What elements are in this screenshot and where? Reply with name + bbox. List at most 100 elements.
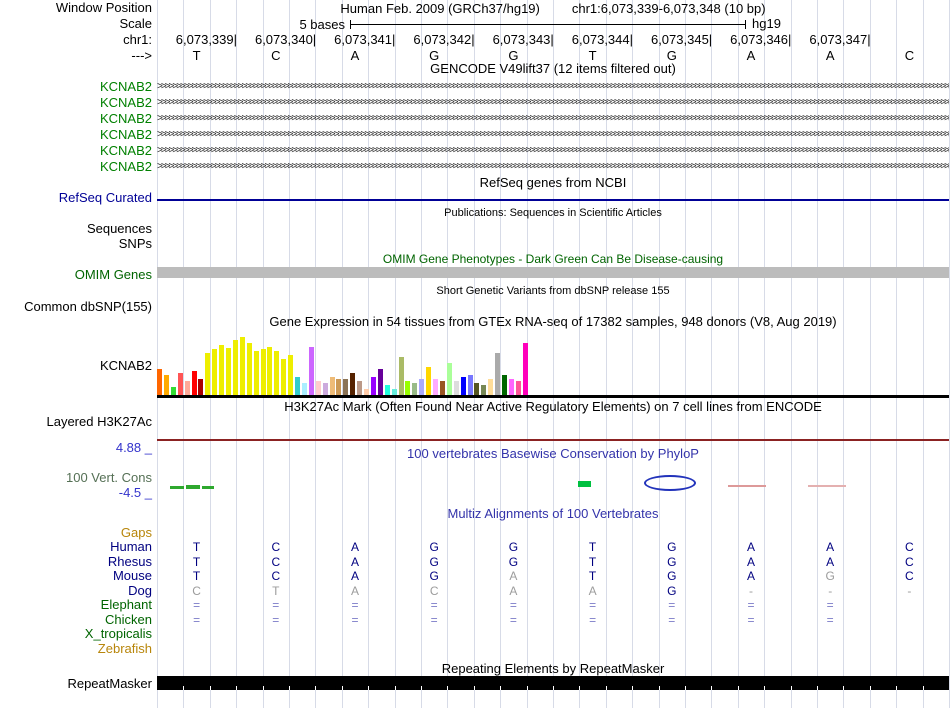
publications-heading[interactable]: Publications: Sequences in Scientific Ar… bbox=[157, 207, 949, 220]
gtex-bar[interactable] bbox=[377, 369, 383, 395]
gtex-bar[interactable] bbox=[157, 369, 162, 395]
gtex-bar[interactable] bbox=[467, 375, 473, 395]
gtex-bar[interactable] bbox=[364, 389, 369, 395]
repeatmasker-heading[interactable]: Repeating Elements by RepeatMasker bbox=[157, 662, 949, 675]
species-label[interactable]: Human bbox=[110, 540, 152, 554]
gtex-bar[interactable] bbox=[281, 359, 287, 395]
gene-row[interactable]: >>>>>>>>>>>>>>>>>>>>>>>>>>>>>>>>>>>>>>>>… bbox=[157, 80, 949, 93]
h3k27ac-heading[interactable]: H3K27Ac Mark (Often Found Near Active Re… bbox=[157, 400, 949, 413]
gtex-bar[interactable] bbox=[370, 377, 376, 395]
multiz-heading[interactable]: Multiz Alignments of 100 Vertebrates bbox=[157, 507, 949, 520]
gtex-heading[interactable]: Gene Expression in 54 tissues from GTEx … bbox=[157, 315, 949, 328]
gtex-bar[interactable] bbox=[198, 379, 204, 395]
gtex-bar[interactable] bbox=[398, 357, 404, 395]
gtex-bar[interactable] bbox=[295, 377, 300, 395]
gtex-bar[interactable] bbox=[239, 337, 245, 395]
gtex-bar[interactable] bbox=[433, 379, 438, 395]
refseq-curated-track[interactable] bbox=[157, 199, 949, 201]
gtex-bar[interactable] bbox=[384, 385, 390, 395]
gtex-bar[interactable] bbox=[219, 345, 225, 395]
gtex-bar[interactable] bbox=[288, 355, 294, 395]
h3k27ac-track-label[interactable]: Layered H3K27Ac bbox=[46, 415, 152, 429]
gencode-gene-label[interactable]: KCNAB2 bbox=[100, 96, 152, 110]
gene-row[interactable]: >>>>>>>>>>>>>>>>>>>>>>>>>>>>>>>>>>>>>>>>… bbox=[157, 144, 949, 157]
gtex-bar[interactable] bbox=[232, 340, 238, 395]
refseq-curated-label[interactable]: RefSeq Curated bbox=[59, 191, 152, 205]
snps-label[interactable]: SNPs bbox=[119, 237, 152, 251]
gtex-bar[interactable] bbox=[405, 381, 411, 395]
gencode-gene-label[interactable]: KCNAB2 bbox=[100, 112, 152, 126]
species-label[interactable]: Rhesus bbox=[108, 555, 152, 569]
species-label[interactable]: Elephant bbox=[101, 598, 152, 612]
repeatmasker-track[interactable] bbox=[157, 676, 949, 690]
gtex-bar[interactable] bbox=[350, 373, 356, 395]
gtex-bar[interactable] bbox=[426, 367, 432, 395]
gtex-bar[interactable] bbox=[460, 377, 466, 395]
alignment-base: T bbox=[588, 555, 597, 569]
repeatmasker-label[interactable]: RepeatMasker bbox=[67, 677, 152, 691]
gene-row[interactable]: >>>>>>>>>>>>>>>>>>>>>>>>>>>>>>>>>>>>>>>>… bbox=[157, 160, 949, 173]
gtex-bar[interactable] bbox=[357, 381, 363, 395]
refseq-heading[interactable]: RefSeq genes from NCBI bbox=[157, 176, 949, 189]
species-label[interactable]: Chicken bbox=[105, 613, 152, 627]
gene-row[interactable]: >>>>>>>>>>>>>>>>>>>>>>>>>>>>>>>>>>>>>>>>… bbox=[157, 112, 949, 125]
gtex-bar[interactable] bbox=[170, 387, 176, 395]
species-label[interactable]: Zebrafish bbox=[98, 642, 152, 656]
sequences-label[interactable]: Sequences bbox=[87, 222, 152, 236]
gtex-bar[interactable] bbox=[446, 363, 452, 395]
species-label[interactable]: Dog bbox=[128, 584, 152, 598]
gencode-gene-label[interactable]: KCNAB2 bbox=[100, 128, 152, 142]
gene-row[interactable]: >>>>>>>>>>>>>>>>>>>>>>>>>>>>>>>>>>>>>>>>… bbox=[157, 128, 949, 141]
gtex-bar[interactable] bbox=[267, 347, 273, 395]
gencode-heading[interactable]: GENCODE V49lift37 (12 items filtered out… bbox=[157, 62, 949, 75]
gtex-bar[interactable] bbox=[508, 379, 514, 395]
gencode-gene-label[interactable]: KCNAB2 bbox=[100, 160, 152, 174]
gtex-bar[interactable] bbox=[419, 379, 425, 395]
gtex-bar[interactable] bbox=[322, 383, 328, 395]
gencode-gene-label[interactable]: KCNAB2 bbox=[100, 144, 152, 158]
gtex-bar[interactable] bbox=[336, 379, 342, 395]
gtex-gene-label[interactable]: KCNAB2 bbox=[100, 359, 152, 373]
gtex-bar[interactable] bbox=[453, 381, 459, 395]
gtex-bar[interactable] bbox=[315, 381, 321, 395]
gtex-bar[interactable] bbox=[177, 373, 183, 395]
phylop-track-label[interactable]: 100 Vert. Cons bbox=[66, 471, 152, 485]
gtex-bar[interactable] bbox=[212, 349, 218, 395]
gencode-gene-label[interactable]: KCNAB2 bbox=[100, 80, 152, 94]
species-label[interactable]: X_tropicalis bbox=[85, 627, 152, 641]
gtex-bar[interactable] bbox=[301, 383, 307, 395]
gtex-bar[interactable] bbox=[205, 353, 211, 395]
gtex-bar[interactable] bbox=[329, 377, 335, 395]
species-label[interactable]: Mouse bbox=[113, 569, 152, 583]
phylop-heading[interactable]: 100 vertebrates Basewise Conservation by… bbox=[157, 447, 949, 460]
gtex-bar[interactable] bbox=[481, 385, 487, 395]
gtex-bar[interactable] bbox=[502, 375, 507, 395]
gtex-bar[interactable] bbox=[184, 381, 190, 395]
gtex-bar[interactable] bbox=[522, 343, 528, 395]
omim-genes-track[interactable] bbox=[157, 267, 949, 278]
gtex-bar[interactable] bbox=[308, 347, 314, 395]
omim-heading[interactable]: OMIM Gene Phenotypes - Dark Green Can Be… bbox=[157, 253, 949, 266]
gtex-bar[interactable] bbox=[391, 389, 397, 395]
gtex-bar[interactable] bbox=[488, 379, 494, 395]
gtex-bar[interactable] bbox=[226, 348, 231, 395]
gtex-bar[interactable] bbox=[515, 381, 521, 395]
gtex-bar[interactable] bbox=[495, 353, 501, 395]
repeatmasker-notch bbox=[896, 686, 898, 690]
dbsnp-track-label[interactable]: Common dbSNP(155) bbox=[24, 300, 152, 314]
gtex-bar[interactable] bbox=[191, 371, 197, 395]
gtex-bar[interactable] bbox=[246, 343, 252, 395]
gtex-bar[interactable] bbox=[343, 379, 349, 395]
gtex-bar[interactable] bbox=[163, 375, 169, 395]
omim-genes-label[interactable]: OMIM Genes bbox=[75, 268, 152, 282]
gtex-bar[interactable] bbox=[474, 383, 480, 395]
dbsnp-heading[interactable]: Short Genetic Variants from dbSNP releas… bbox=[157, 285, 949, 298]
gtex-bar[interactable] bbox=[260, 349, 266, 395]
gtex-bar[interactable] bbox=[274, 351, 280, 395]
gtex-bar[interactable] bbox=[253, 351, 259, 395]
gtex-bar[interactable] bbox=[412, 383, 418, 395]
gaps-label[interactable]: Gaps bbox=[121, 526, 152, 540]
repeatmasker-notch bbox=[632, 686, 634, 690]
gene-row[interactable]: >>>>>>>>>>>>>>>>>>>>>>>>>>>>>>>>>>>>>>>>… bbox=[157, 96, 949, 109]
gtex-bar[interactable] bbox=[439, 381, 445, 395]
